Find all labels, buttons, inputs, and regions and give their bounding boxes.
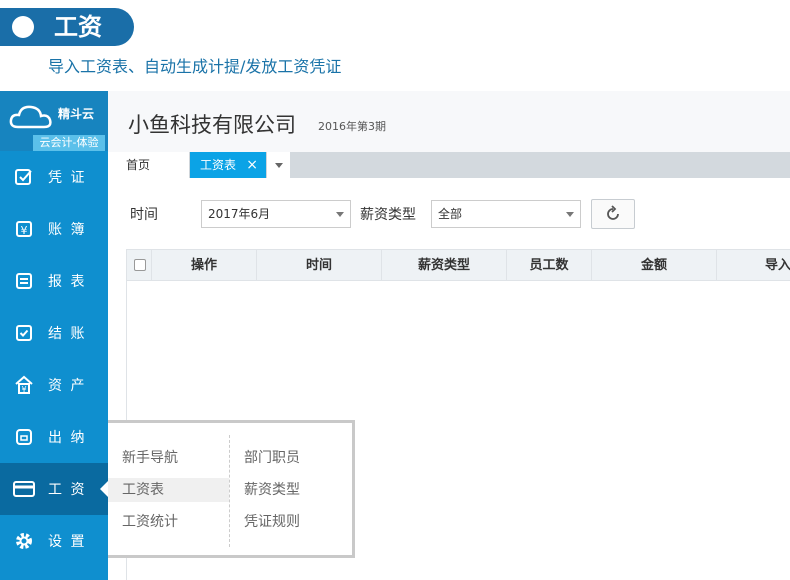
- nav-label: 报 表: [48, 274, 87, 290]
- banner-subtitle: 导入工资表、自动生成计提/发放工资凭证: [48, 57, 342, 76]
- checkout-icon: [16, 325, 32, 341]
- brand-name: 精斗云: [58, 107, 95, 121]
- column-header: 员工数: [507, 250, 592, 281]
- assets-icon: ¥: [15, 375, 33, 394]
- time-select[interactable]: 2017年6月: [201, 200, 351, 228]
- submenu-item-guide[interactable]: 新手导航: [108, 446, 229, 470]
- column-header: 时间: [257, 250, 382, 281]
- tab-label: 首页: [126, 158, 151, 172]
- close-icon[interactable]: ×: [246, 152, 258, 178]
- column-header: 操作: [152, 250, 257, 281]
- select-all-checkbox[interactable]: [134, 259, 146, 271]
- chevron-down-icon: [566, 212, 574, 217]
- report-icon: [16, 273, 32, 289]
- nav-item-salary[interactable]: 工 资: [0, 463, 108, 515]
- tab-bar: 首页 工资表 ×: [108, 152, 790, 178]
- tab-home[interactable]: 首页: [108, 152, 190, 178]
- banner-dot-icon: [12, 16, 34, 38]
- refresh-icon: [607, 205, 619, 220]
- tab-more-dropdown[interactable]: [266, 152, 290, 178]
- submenu-item-salary-sheet[interactable]: 工资表: [108, 478, 229, 502]
- nav-item-assets[interactable]: ¥ 资 产: [0, 359, 108, 411]
- page-header: 小鱼科技有限公司 2016年第3期: [108, 91, 790, 152]
- time-select-value: 2017年6月: [208, 207, 271, 221]
- active-caret-icon: [100, 481, 108, 497]
- nav-item-voucher[interactable]: 凭 证: [0, 151, 108, 203]
- submenu-item-salary-stats[interactable]: 工资统计: [108, 510, 229, 534]
- submenu-item-voucher-rules[interactable]: 凭证规则: [230, 510, 350, 534]
- nav-label: 结 账: [48, 326, 87, 342]
- nav-label: 设 置: [48, 534, 87, 550]
- tab-salary-sheet[interactable]: 工资表 ×: [190, 152, 266, 178]
- nav-label: 资 产: [48, 378, 87, 394]
- chevron-down-icon: [274, 162, 283, 168]
- cloud-logo-icon: [9, 105, 52, 129]
- salary-type-select-value: 全部: [438, 207, 463, 221]
- nav-label: 工 资: [48, 482, 87, 498]
- time-label: 时间: [130, 207, 158, 223]
- svg-text:¥: ¥: [21, 385, 26, 394]
- gear-icon: [16, 533, 32, 549]
- submenu-item-departments[interactable]: 部门职员: [230, 446, 350, 470]
- nav-label: 凭 证: [48, 170, 87, 186]
- company-name: 小鱼科技有限公司: [128, 113, 296, 137]
- column-header: 导入: [764, 258, 790, 273]
- submenu-item-salary-types[interactable]: 薪资类型: [230, 478, 350, 502]
- salary-submenu: 新手导航 工资表 工资统计 部门职员 薪资类型 凭证规则: [108, 420, 355, 558]
- salary-icon: [13, 481, 35, 497]
- table-header: 操作 时间 薪资类型 员工数 金额 导入: [127, 250, 790, 281]
- trial-badge: 云会计-体验: [33, 135, 105, 151]
- voucher-icon: [15, 169, 32, 185]
- nav-item-report[interactable]: 报 表: [0, 255, 108, 307]
- select-all-cell: [127, 250, 152, 281]
- svg-text:¥: ¥: [21, 224, 28, 237]
- column-header: 金额: [592, 250, 717, 281]
- nav-item-settings[interactable]: 设 置: [0, 515, 108, 567]
- ledger-icon: ¥: [16, 221, 32, 237]
- logo[interactable]: 精斗云 云会计-体验: [0, 91, 108, 151]
- salary-type-select[interactable]: 全部: [431, 200, 581, 228]
- nav-label: 出 纳: [48, 430, 87, 446]
- nav-item-ledger[interactable]: ¥ 账 簿: [0, 203, 108, 255]
- nav-item-checkout[interactable]: 结 账: [0, 307, 108, 359]
- banner-title: 工资: [54, 13, 102, 41]
- salary-type-label: 薪资类型: [360, 207, 416, 223]
- accounting-period: 2016年第3期: [318, 120, 386, 133]
- refresh-button[interactable]: [591, 199, 635, 229]
- sidebar: 精斗云 云会计-体验 凭 证 ¥ 账 簿 报 表 结 账 ¥ 资 产 出 纳 工…: [0, 91, 108, 580]
- tab-label: 工资表: [200, 158, 237, 172]
- nav-item-cashier[interactable]: 出 纳: [0, 411, 108, 463]
- nav-label: 账 簿: [48, 222, 87, 238]
- chevron-down-icon: [336, 212, 344, 217]
- cashier-icon: [16, 429, 32, 445]
- page-banner: 工资: [0, 8, 134, 46]
- column-header: 薪资类型: [382, 250, 507, 281]
